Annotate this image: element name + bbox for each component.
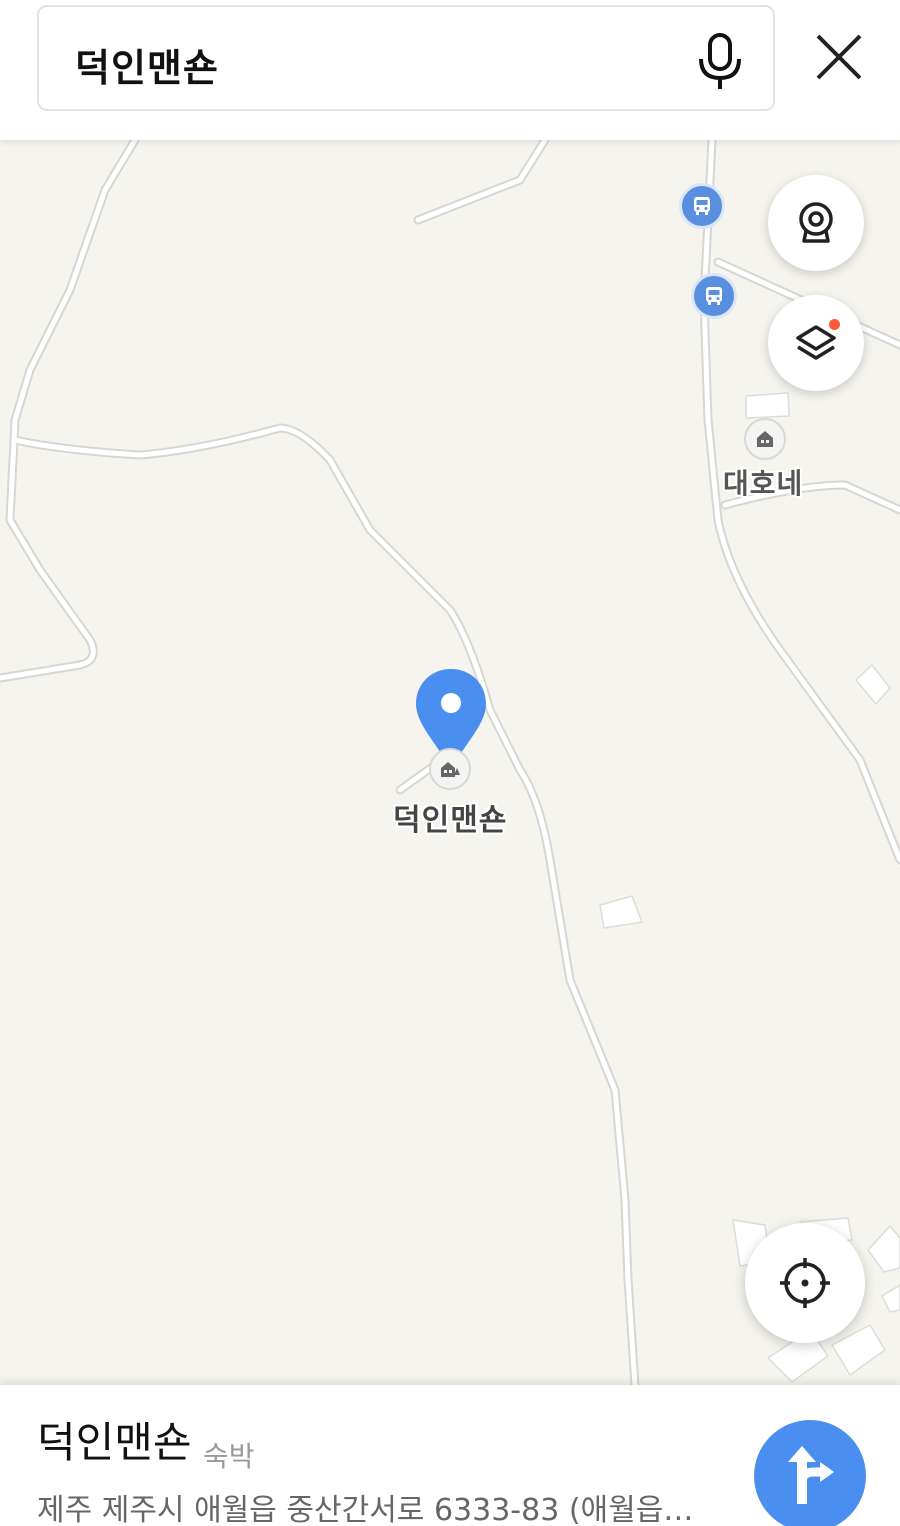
- notification-dot: [829, 319, 840, 330]
- street-view-icon: [799, 202, 833, 243]
- microphone-icon[interactable]: [695, 33, 745, 91]
- place-info-sheet[interactable]: 덕인맨숀 숙박 제주 제주시 애월읍 중산간서로 6333-83 (애월읍…: [0, 1385, 900, 1526]
- poi-label[interactable]: 대호네: [723, 462, 803, 502]
- street-view-button[interactable]: [768, 175, 864, 271]
- bus-stop-marker[interactable]: [679, 183, 725, 229]
- my-location-button[interactable]: [745, 1223, 865, 1343]
- search-query[interactable]: 덕인맨숀: [75, 37, 219, 92]
- selected-place-label[interactable]: 덕인맨숀: [393, 795, 507, 839]
- map-view[interactable]: 대호네 덕인맨숀: [0, 140, 900, 1385]
- lodging-icon: [441, 762, 460, 777]
- place-category: 숙박: [203, 1440, 255, 1473]
- place-address: 제주 제주시 애월읍 중산간서로 6333-83 (애월읍…: [37, 1493, 694, 1526]
- close-icon[interactable]: [812, 30, 866, 84]
- bus-icon: [706, 287, 722, 305]
- lodging-poi-marker[interactable]: [429, 748, 471, 790]
- top-bar: 덕인맨숀: [0, 0, 900, 140]
- bus-stop-marker[interactable]: [691, 273, 737, 319]
- directions-button[interactable]: [754, 1420, 866, 1526]
- locate-icon: [780, 1258, 830, 1308]
- bus-icon: [694, 197, 710, 215]
- layers-button[interactable]: [768, 295, 864, 391]
- route-icon: [788, 1446, 834, 1504]
- lodging-icon: [757, 431, 773, 447]
- place-name[interactable]: 덕인맨숀: [37, 1409, 192, 1470]
- search-box[interactable]: 덕인맨숀: [37, 5, 775, 111]
- lodging-poi-marker[interactable]: [744, 418, 786, 460]
